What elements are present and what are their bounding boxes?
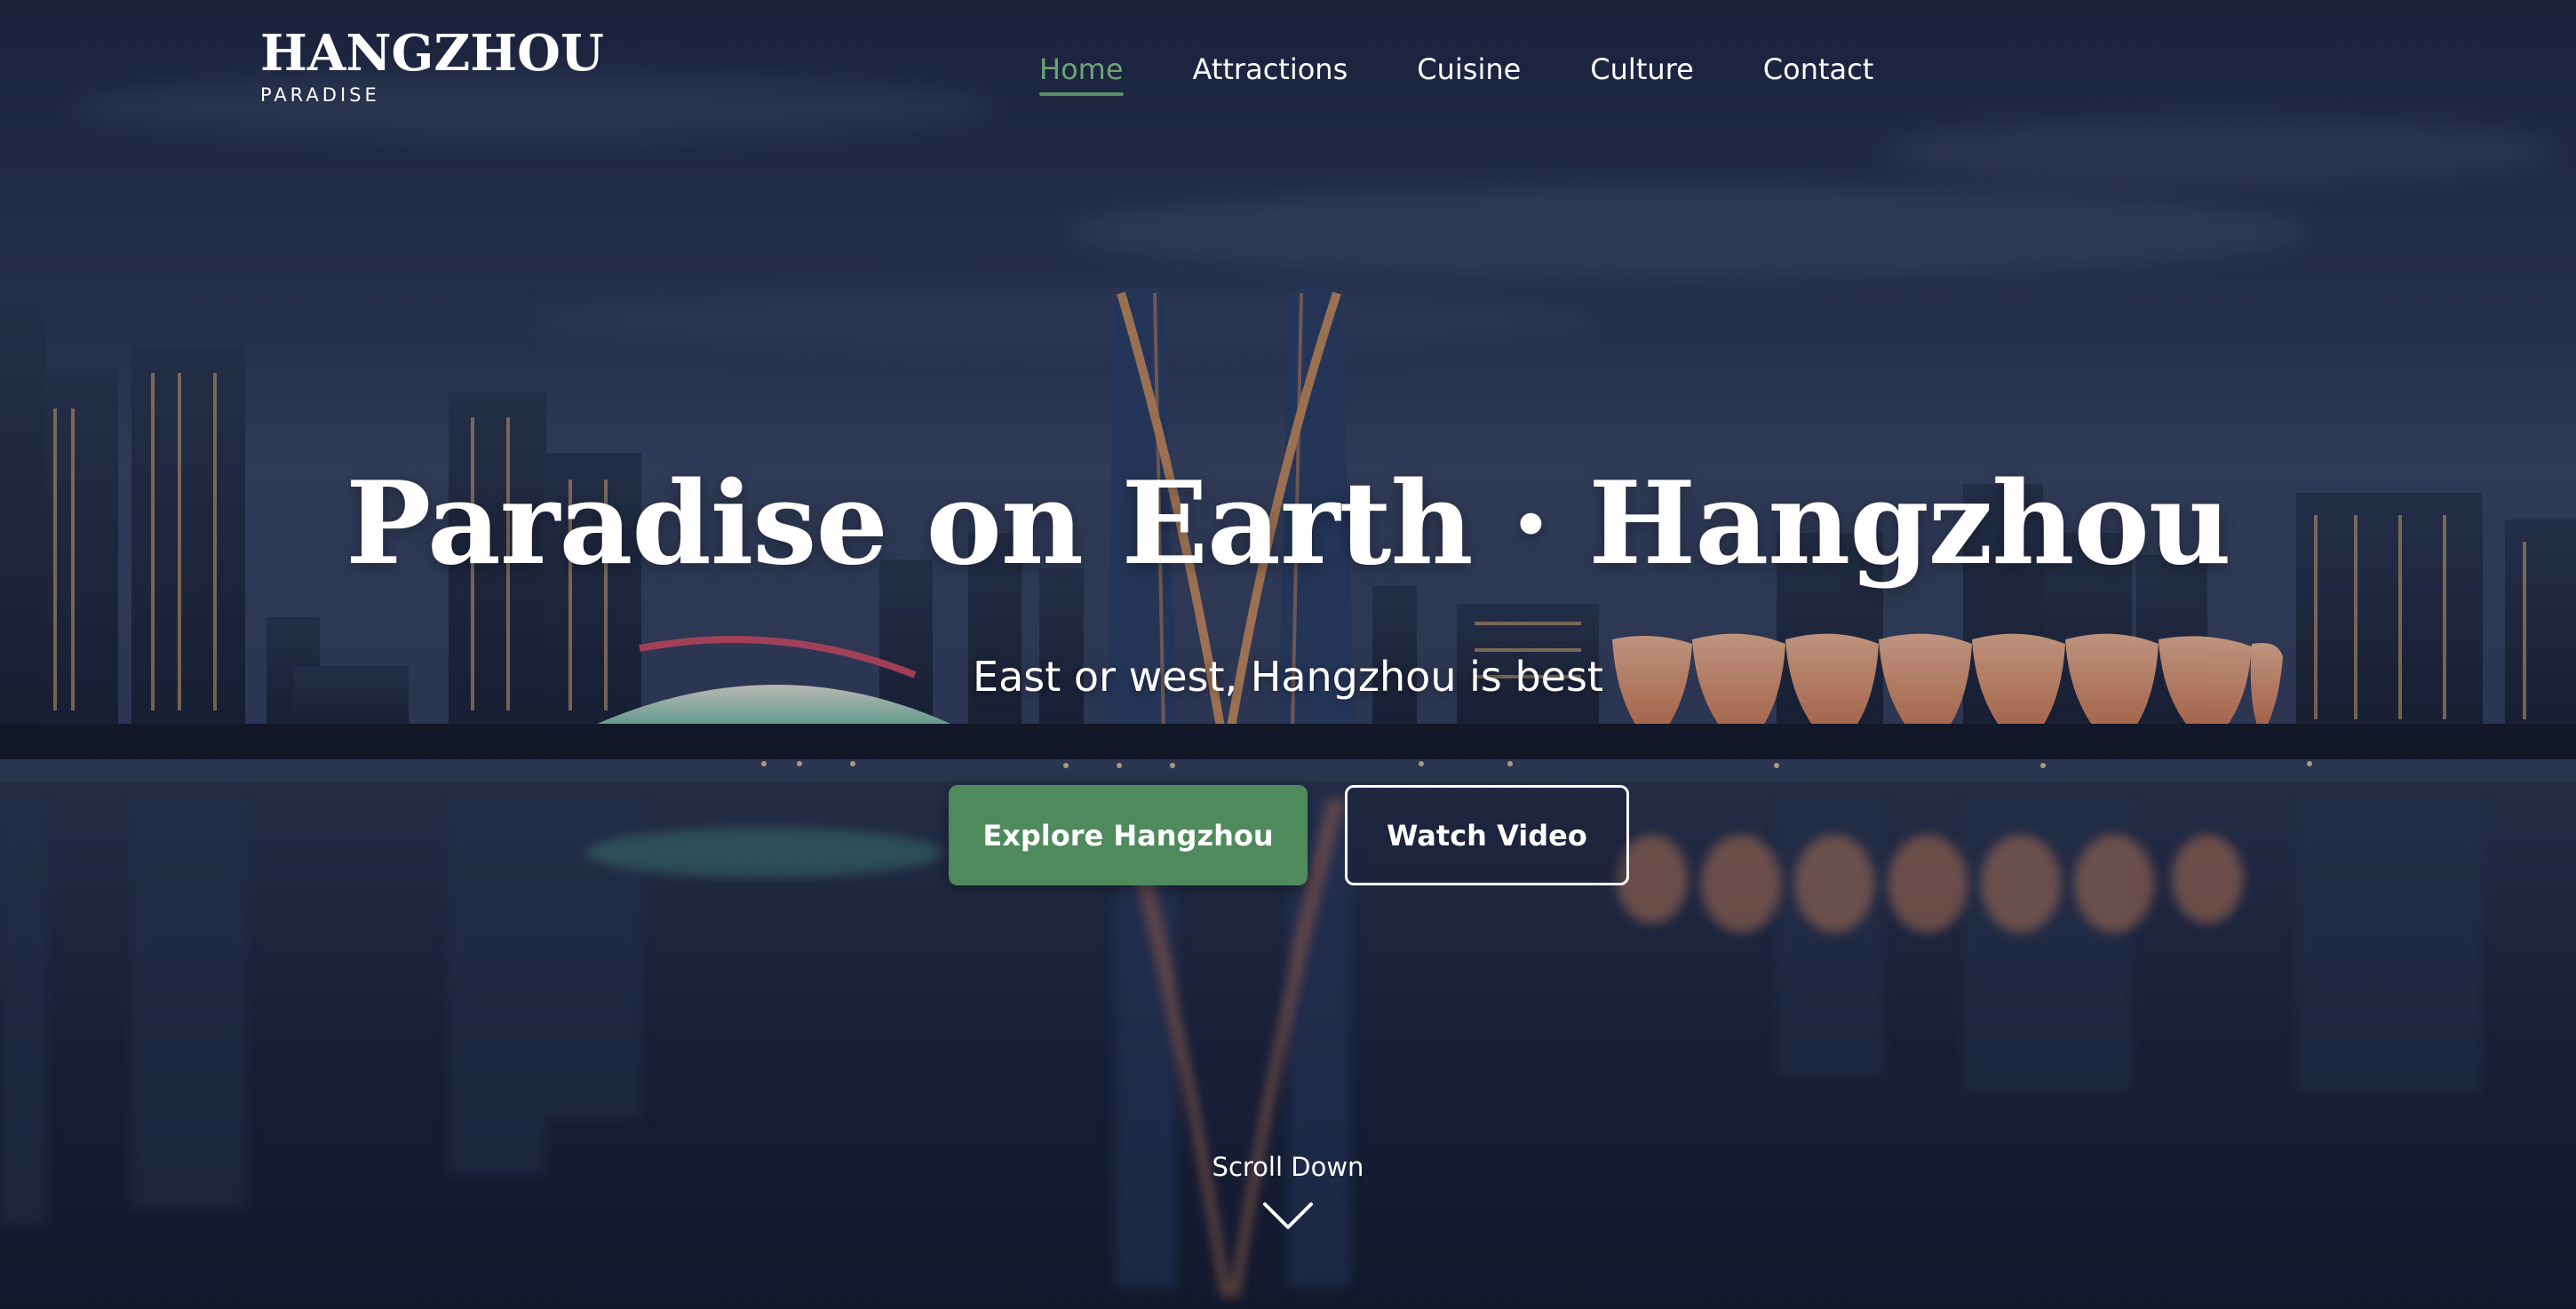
nav-home[interactable]: Home — [1039, 52, 1124, 96]
watch-video-button[interactable]: Watch Video — [1345, 785, 1629, 885]
hero-title: Paradise on Earth · Hangzhou — [346, 457, 2231, 591]
nav-culture[interactable]: Culture — [1590, 52, 1693, 87]
brand-tagline: PARADISE — [260, 84, 380, 106]
hero-subtitle: East or west, Hangzhou is best — [973, 653, 1603, 701]
scroll-down-label: Scroll Down — [1212, 1152, 1364, 1182]
brand-name: HANGZHOU — [260, 24, 604, 83]
brand-logo[interactable]: HANGZHOU PARADISE — [260, 25, 604, 107]
hero-section: HANGZHOU PARADISE Home Attractions Cuisi… — [0, 0, 2576, 1309]
explore-hangzhou-button[interactable]: Explore Hangzhou — [949, 785, 1308, 885]
scroll-down-indicator[interactable]: Scroll Down — [1199, 1151, 1377, 1233]
nav-contact[interactable]: Contact — [1763, 52, 1874, 87]
chevron-down-icon — [1263, 1202, 1313, 1229]
nav-attractions[interactable]: Attractions — [1193, 52, 1348, 87]
main-nav: Home Attractions Cuisine Culture Contact — [1039, 52, 1943, 96]
nav-cuisine[interactable]: Cuisine — [1417, 52, 1521, 87]
